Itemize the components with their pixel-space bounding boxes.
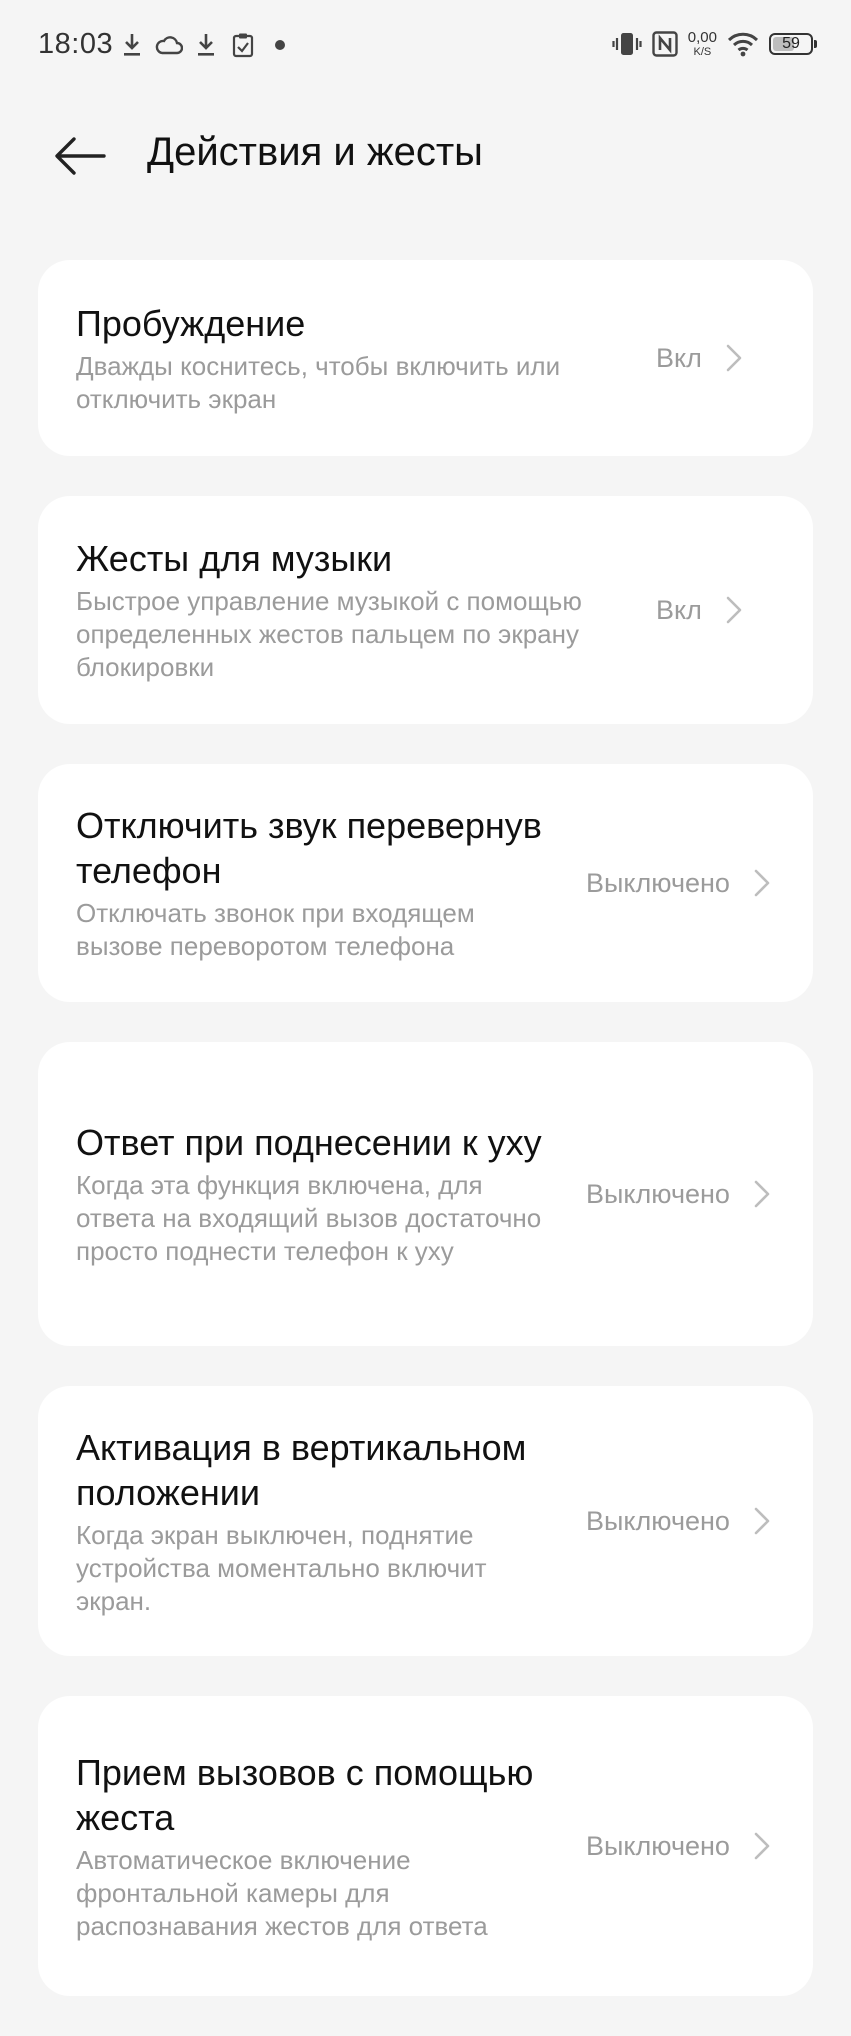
vibrate-icon xyxy=(612,28,642,60)
setting-description: Автоматическое включение фронтальной кам… xyxy=(76,1844,488,1941)
setting-flip-mute[interactable]: Отключить звук перевернув телефон Отключ… xyxy=(38,764,813,1002)
setting-title: Отключить звук перевернув телефон xyxy=(76,805,542,891)
back-button[interactable] xyxy=(48,124,112,188)
setting-title: Жесты для музыки xyxy=(76,538,393,579)
system-icons: 0,00 K/S 59 xyxy=(602,28,817,60)
chevron-right-icon xyxy=(752,1177,772,1211)
status-bar: 18:03 0,00 K/S 59 xyxy=(0,0,851,92)
setting-status: Вкл xyxy=(656,342,702,373)
setting-description: Быстрое управление музыкой с помощью опр… xyxy=(76,586,582,682)
setting-description: Дважды коснитесь, чтобы включить или отк… xyxy=(76,350,561,414)
chevron-right-icon xyxy=(724,341,744,375)
setting-gesture-answer[interactable]: Прием вызовов с помощью жеста Автоматиче… xyxy=(38,1696,813,1996)
cloud-icon xyxy=(155,30,183,60)
app-header: Действия и жесты xyxy=(0,110,851,200)
settings-list: Пробуждение Дважды коснитесь, чтобы вклю… xyxy=(38,260,813,2036)
chevron-right-icon xyxy=(752,866,772,900)
clipboard-check-icon xyxy=(229,30,257,60)
setting-title: Пробуждение xyxy=(76,302,306,344)
setting-title: Активация в вертикальном положении xyxy=(76,1426,527,1513)
setting-description: Когда эта функция включена, для ответа н… xyxy=(76,1170,542,1266)
nfc-icon xyxy=(652,28,678,60)
chevron-right-icon xyxy=(752,1829,772,1863)
battery-level-text: 59 xyxy=(782,35,800,52)
arrow-left-icon xyxy=(55,137,106,175)
page-title: Действия и жесты xyxy=(147,130,483,174)
setting-title: Ответ при поднесении к уху xyxy=(76,1122,542,1163)
setting-raise-to-answer[interactable]: Ответ при поднесении к уху Когда эта фун… xyxy=(38,1042,813,1346)
setting-description: Когда экран выключен, поднятие устройств… xyxy=(76,1519,487,1616)
status-time: 18:03 xyxy=(38,28,114,60)
setting-description: Отключать звонок при входящем вызове пер… xyxy=(76,898,475,961)
setting-status: Выключено xyxy=(586,1178,730,1209)
setting-title: Прием вызовов с помощью жеста xyxy=(76,1751,534,1838)
notification-icons xyxy=(118,30,303,60)
dot-icon xyxy=(266,30,294,60)
setting-status: Выключено xyxy=(586,1505,730,1536)
chevron-right-icon xyxy=(724,593,744,627)
net-speed-indicator: 0,00 K/S xyxy=(687,29,717,58)
setting-status: Выключено xyxy=(586,867,730,898)
setting-status: Выключено xyxy=(586,1830,730,1861)
download-icon xyxy=(118,30,146,60)
download-icon xyxy=(192,30,220,60)
chevron-right-icon xyxy=(752,1504,772,1538)
setting-music-gestures[interactable]: Жесты для музыки Быстрое управление музы… xyxy=(38,496,813,724)
setting-raise-to-wake[interactable]: Активация в вертикальном положении Когда… xyxy=(38,1386,813,1656)
setting-wake[interactable]: Пробуждение Дважды коснитесь, чтобы вклю… xyxy=(38,260,813,456)
wifi-icon xyxy=(727,28,759,60)
battery-icon: 59 xyxy=(769,28,817,60)
setting-status: Вкл xyxy=(656,594,702,625)
